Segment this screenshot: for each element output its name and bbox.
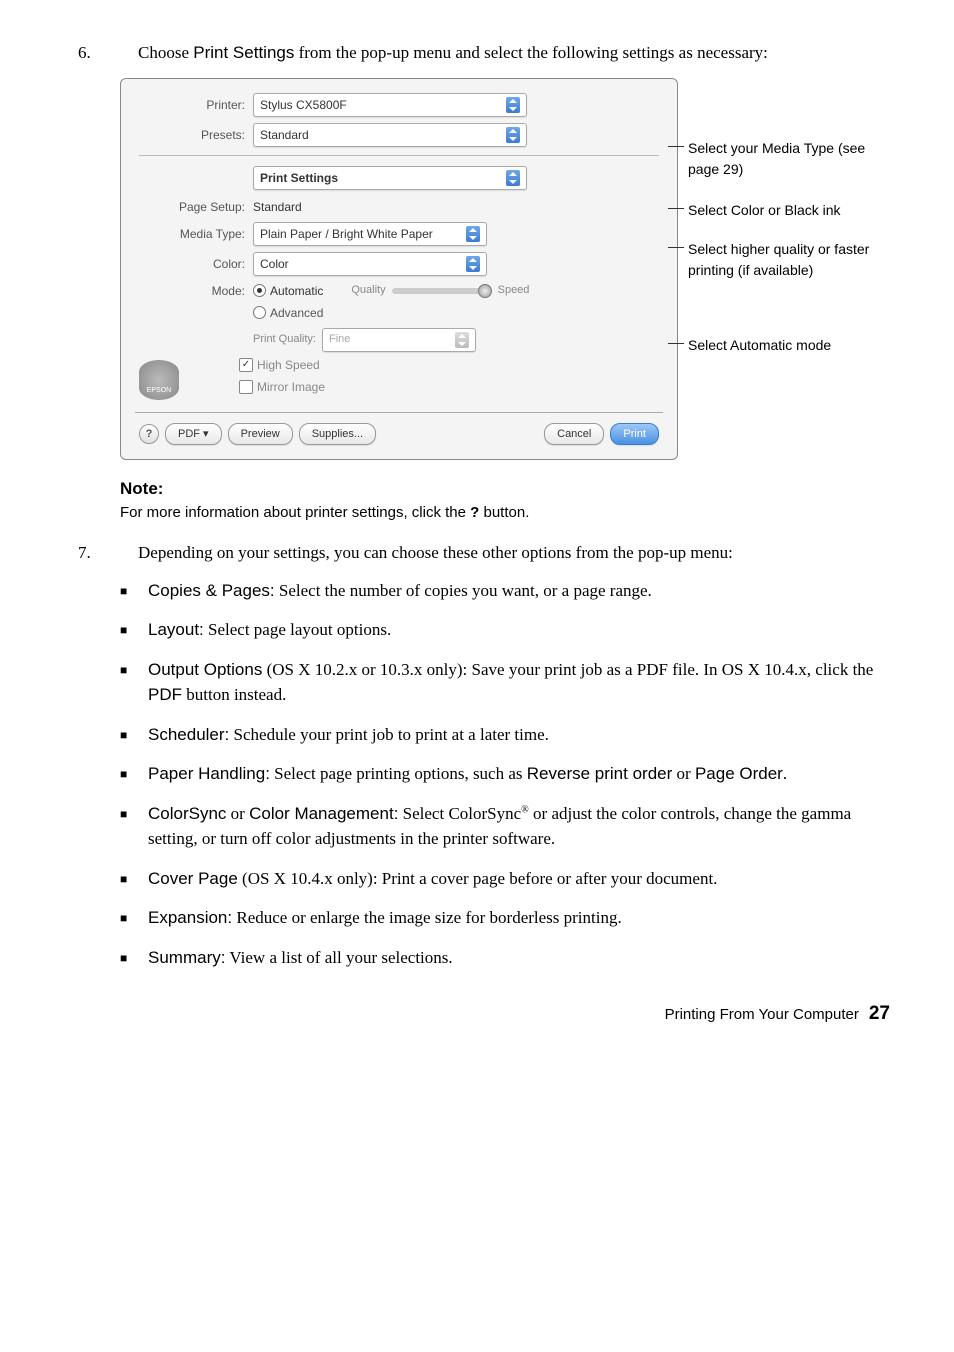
list-item: ■ Summary: View a list of all your selec…: [120, 945, 894, 971]
slider-thumb[interactable]: [478, 284, 492, 298]
bullet-list: ■ Copies & Pages: Select the number of c…: [120, 578, 894, 971]
step-7: 7. Depending on your settings, you can c…: [60, 540, 894, 566]
printer-label: Printer:: [139, 96, 253, 114]
list-item: ■ Output Options (OS X 10.2.x or 10.3.x …: [120, 657, 894, 708]
dropdown-arrows-icon: [506, 170, 520, 186]
dropdown-arrows-icon: [466, 256, 480, 272]
note-block: Note: For more information about printer…: [120, 476, 894, 524]
page-footer: Printing From Your Computer 27: [60, 1000, 894, 1029]
color-select[interactable]: Color: [253, 252, 487, 276]
step-6-number: 6.: [60, 40, 138, 66]
note-title: Note:: [120, 476, 894, 502]
page-setup-value: Standard: [253, 198, 302, 216]
pdf-button[interactable]: PDF ▾: [165, 423, 222, 446]
dropdown-arrows-icon: [506, 127, 520, 143]
list-item: ■ Copies & Pages: Select the number of c…: [120, 578, 894, 604]
quality-speed-slider[interactable]: [392, 288, 492, 294]
step-7-number: 7.: [60, 540, 138, 566]
dropdown-arrows-icon: [466, 226, 480, 242]
presets-select[interactable]: Standard: [253, 123, 527, 147]
dropdown-arrows-icon: [455, 332, 469, 348]
supplies-button[interactable]: Supplies...: [299, 423, 376, 446]
dropdown-arrows-icon: [506, 97, 520, 113]
help-button[interactable]: ?: [139, 424, 159, 444]
mode-automatic-radio[interactable]: [253, 284, 266, 297]
media-type-label: Media Type:: [139, 225, 253, 243]
list-item: ■ Paper Handling: Select page printing o…: [120, 761, 894, 787]
step-6: 6. Choose Print Settings from the pop-up…: [60, 40, 894, 66]
mode-label: Mode:: [139, 282, 253, 300]
step-7-text: Depending on your settings, you can choo…: [138, 540, 894, 566]
section-select[interactable]: Print Settings: [253, 166, 527, 190]
footer-section: Printing From Your Computer: [665, 1004, 859, 1027]
callouts: Select your Media Type (see page 29) Sel…: [688, 78, 894, 374]
list-item: ■ Cover Page (OS X 10.4.x only): Print a…: [120, 866, 894, 892]
cancel-button[interactable]: Cancel: [544, 423, 604, 446]
list-item: ■ ColorSync or Color Management: Select …: [120, 801, 894, 852]
print-settings-dialog: Printer: Stylus CX5800F Presets: Standar…: [120, 78, 678, 461]
printer-select[interactable]: Stylus CX5800F: [253, 93, 527, 117]
step-6-text: Choose Print Settings from the pop-up me…: [138, 40, 894, 66]
mode-advanced-radio[interactable]: [253, 306, 266, 319]
page-number: 27: [869, 1000, 890, 1029]
high-speed-checkbox: ✓: [239, 358, 253, 372]
page-setup-label: Page Setup:: [139, 198, 253, 216]
list-item: ■ Layout: Select page layout options.: [120, 617, 894, 643]
list-item: ■ Expansion: Reduce or enlarge the image…: [120, 905, 894, 931]
color-label: Color:: [139, 255, 253, 273]
list-item: ■ Scheduler: Schedule your print job to …: [120, 722, 894, 748]
epson-logo: EPSON: [139, 360, 179, 400]
media-type-select[interactable]: Plain Paper / Bright White Paper: [253, 222, 487, 246]
presets-label: Presets:: [139, 126, 253, 144]
print-quality-select: Fine: [322, 328, 476, 352]
mirror-image-checkbox: [239, 380, 253, 394]
preview-button[interactable]: Preview: [228, 423, 293, 446]
print-button[interactable]: Print: [610, 423, 659, 446]
